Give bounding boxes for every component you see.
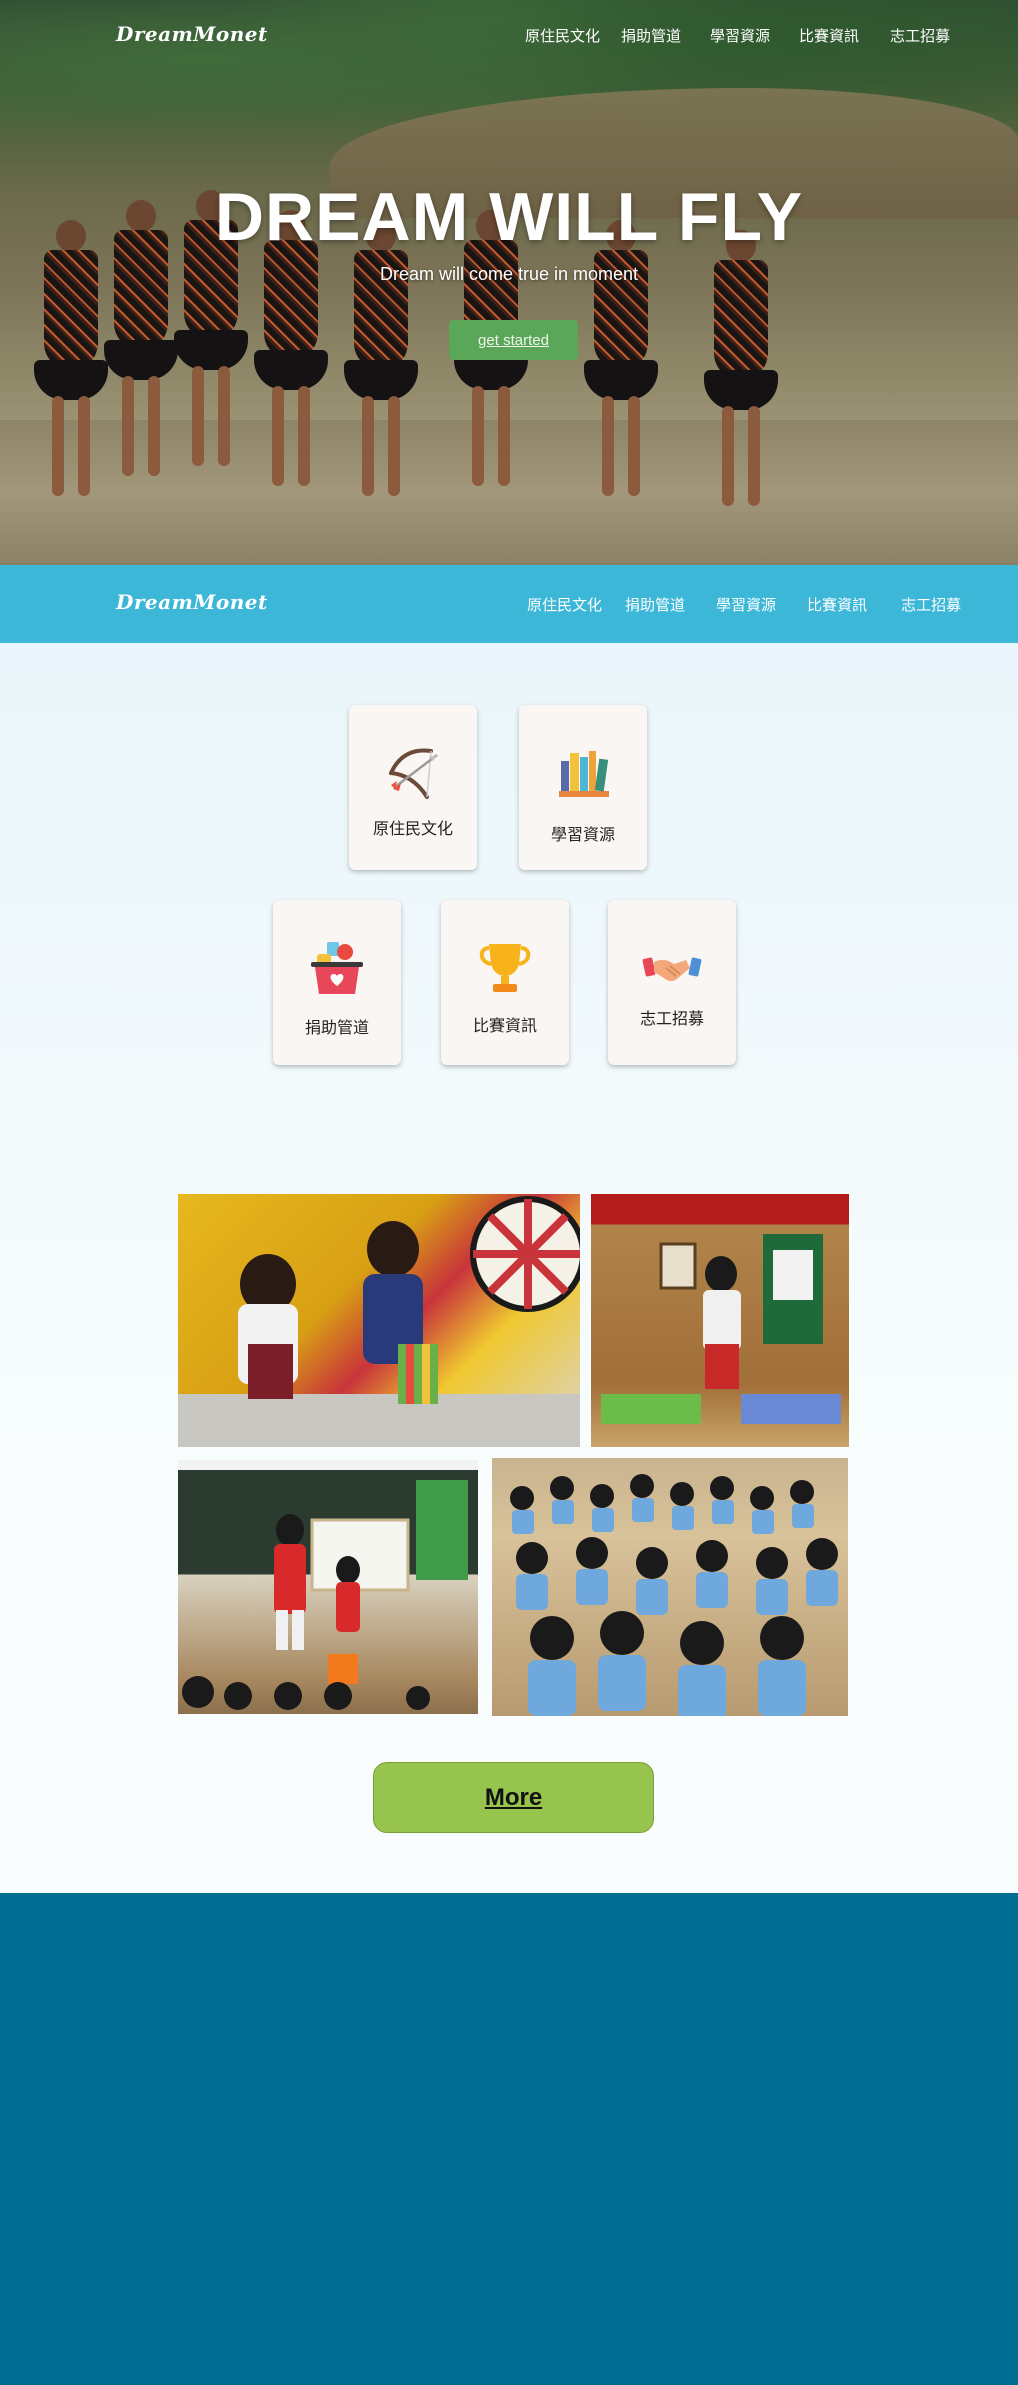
hero-title: DREAM WILL FLY (214, 179, 804, 255)
nav-item-volunteer[interactable]: 志工招募 (890, 25, 950, 46)
category-label: 比賽資訊 (472, 1016, 537, 1035)
nav-item-indigenous-culture[interactable]: 原住民文化 (525, 25, 600, 46)
gallery-photo-classroom-performance[interactable] (178, 1460, 478, 1714)
navbar-item-learning-resources[interactable]: 學習資源 (716, 594, 776, 615)
category-card-indigenous-culture[interactable]: 原住民文化 (349, 705, 477, 870)
category-card-volunteer[interactable]: 志工招募 (608, 900, 736, 1065)
hero-banner: DreamMonet 原住民文化 捐助管道 學習資源 比賽資訊 志工招募 DRE… (0, 0, 1018, 565)
gallery-photo-girl-singing-stage[interactable] (591, 1194, 849, 1447)
navbar-nav: 原住民文化 捐助管道 學習資源 比賽資訊 志工招募 (527, 594, 961, 615)
gallery-photo-children-dancing[interactable] (178, 1194, 580, 1447)
category-label: 原住民文化 (372, 819, 453, 838)
hero-nav: 原住民文化 捐助管道 學習資源 比賽資訊 志工招募 (525, 25, 950, 46)
gallery-photo-children-audience[interactable] (492, 1458, 848, 1716)
navbar-item-donation[interactable]: 捐助管道 (625, 594, 685, 615)
nav-item-donation[interactable]: 捐助管道 (621, 25, 681, 46)
nav-item-competition-info[interactable]: 比賽資訊 (799, 25, 859, 46)
trophy-icon (479, 944, 531, 992)
handshake-icon (642, 957, 702, 981)
bow-and-arrow-icon (389, 748, 438, 799)
navbar-item-competition-info[interactable]: 比賽資訊 (807, 594, 867, 615)
main-navbar: DreamMonet 原住民文化 捐助管道 學習資源 比賽資訊 志工招募 (0, 565, 1018, 643)
category-card-learning-resources[interactable]: 學習資源 (519, 705, 647, 870)
category-label: 捐助管道 (304, 1018, 369, 1037)
more-button[interactable]: More (373, 1762, 654, 1833)
hero-subtitle: Dream will come true in moment (379, 264, 639, 284)
category-card-competition-info[interactable]: 比賽資訊 (441, 900, 569, 1065)
category-label: 學習資源 (550, 825, 615, 844)
nav-item-learning-resources[interactable]: 學習資源 (710, 25, 770, 46)
navbar-logo[interactable]: DreamMonet (116, 590, 268, 614)
category-card-donation[interactable]: 捐助管道 (273, 900, 401, 1065)
donation-basket-icon (311, 942, 363, 994)
navbar-item-volunteer[interactable]: 志工招募 (901, 594, 961, 615)
books-icon (559, 751, 609, 797)
get-started-button[interactable]: get started (449, 320, 578, 360)
site-logo[interactable]: DreamMonet (116, 22, 268, 46)
category-label: 志工招募 (639, 1009, 704, 1028)
footer (0, 1893, 1018, 2385)
navbar-item-indigenous-culture[interactable]: 原住民文化 (527, 594, 602, 615)
